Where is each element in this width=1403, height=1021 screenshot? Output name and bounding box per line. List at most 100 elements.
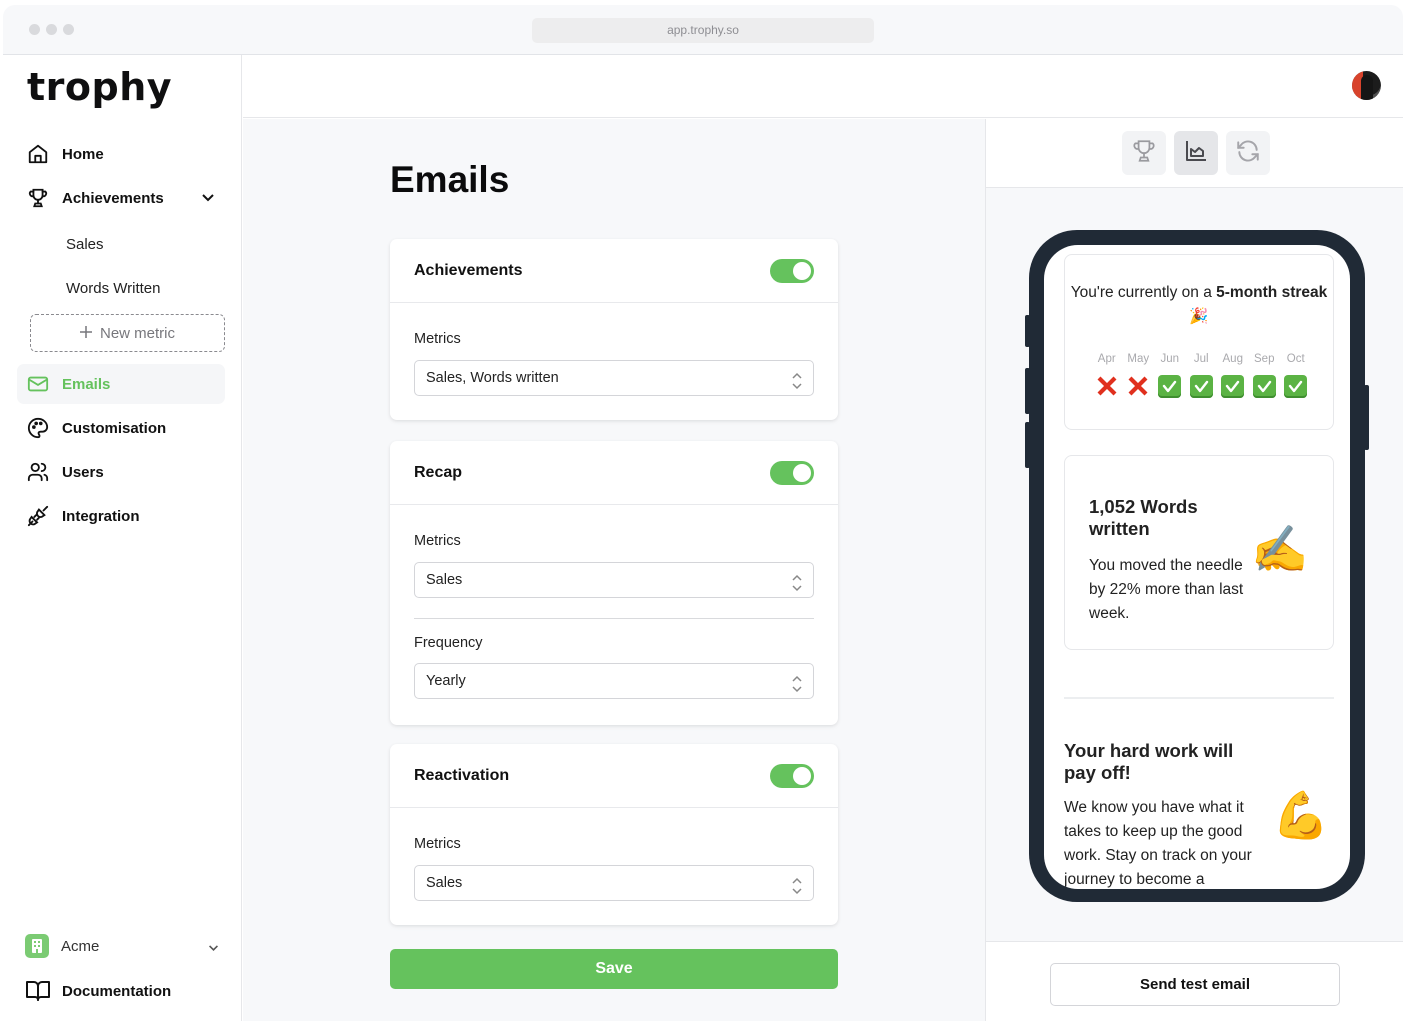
streak-month: May: [1123, 353, 1155, 398]
sidebar-item-home[interactable]: Home: [17, 134, 225, 174]
frequency-label: Frequency: [414, 635, 483, 651]
reactivation-body: We know you have what it takes to keep u…: [1064, 799, 1252, 888]
email-preview-panel: You're currently on a 5-month streak 🎉 A…: [985, 119, 1403, 1021]
check-mark-icon: [1189, 374, 1213, 398]
sidebar-item-label: Customisation: [62, 419, 167, 437]
phone-side-button: [1364, 385, 1369, 450]
palette-icon: [26, 416, 50, 440]
chevron-down-icon: [208, 940, 219, 957]
metrics-label: Metrics: [414, 836, 461, 852]
phone-side-button: [1025, 422, 1030, 468]
achievements-email-toggle[interactable]: [770, 259, 814, 283]
sidebar-subitem-words-written[interactable]: Words Written: [66, 280, 160, 297]
trophy-icon: [1131, 138, 1157, 169]
phone-side-button: [1025, 315, 1030, 347]
org-name: Acme: [61, 937, 100, 955]
card-header: Recap: [390, 441, 838, 505]
trophy-logo[interactable]: trophy: [27, 65, 172, 109]
month-label: Aug: [1222, 353, 1243, 365]
email-settings-panel: Emails Achievements Metrics Sales, Words…: [243, 119, 985, 1021]
browser-window: app.trophy.so trophy Home Achievements S…: [3, 5, 1403, 1021]
cross-mark-icon: [1126, 374, 1150, 398]
building-icon: [25, 934, 49, 958]
cross-mark-icon: [1095, 374, 1119, 398]
sidebar-item-achievements[interactable]: Achievements: [17, 178, 225, 218]
select-value: Sales: [426, 572, 463, 588]
sidebar-item-label: Emails: [62, 375, 111, 393]
select-value: Sales, Words written: [426, 370, 559, 386]
send-test-email-button[interactable]: Send test email: [1050, 963, 1340, 1006]
sidebar-item-documentation[interactable]: Documentation: [17, 971, 225, 1011]
recap-metrics-select[interactable]: Sales: [414, 562, 814, 598]
chevron-up-down-icon: [791, 874, 803, 908]
card-title: Reactivation: [414, 767, 510, 784]
month-label: Oct: [1286, 353, 1305, 365]
sidebar-item-label: Users: [62, 463, 104, 481]
top-bar: [243, 55, 1403, 118]
user-avatar[interactable]: [1352, 71, 1381, 100]
streak-month: Aug: [1217, 353, 1249, 398]
sidebar-item-customisation[interactable]: Customisation: [17, 408, 225, 448]
streak-text: You're currently on a 5-month streak 🎉: [1065, 281, 1333, 329]
streak-month: Apr: [1091, 353, 1123, 398]
chevron-up-down-icon: [791, 571, 803, 605]
window-maximize-button[interactable]: [63, 24, 74, 35]
streak-month: Oct: [1280, 353, 1312, 398]
card-header: Reactivation: [390, 744, 838, 808]
writing-hand-icon: ✍️: [1251, 523, 1309, 575]
check-mark-icon: [1252, 374, 1276, 398]
window-close-button[interactable]: [29, 24, 40, 35]
party-popper-icon: 🎉: [1189, 308, 1209, 325]
field-divider: [414, 618, 814, 619]
sidebar-item-integration[interactable]: Integration: [17, 496, 225, 536]
home-icon: [26, 142, 50, 166]
streak-card: You're currently on a 5-month streak 🎉 A…: [1064, 254, 1334, 430]
check-mark-icon: [1284, 374, 1308, 398]
recap-frequency-select[interactable]: Yearly: [414, 663, 814, 699]
new-metric-label: New metric: [99, 324, 175, 342]
address-bar[interactable]: app.trophy.so: [532, 18, 874, 43]
words-written-card: 1,052 Words written You moved the needle…: [1064, 455, 1334, 650]
reactivation-email-card: Reactivation Metrics Sales: [390, 744, 838, 925]
recap-email-card: Recap Metrics Sales Frequency Yearly: [390, 441, 838, 725]
chevron-down-icon[interactable]: [201, 190, 215, 208]
tab-recap-preview[interactable]: [1174, 131, 1218, 175]
reactivation-headline: Your hard work will pay off!: [1064, 740, 1234, 783]
sidebar-item-users[interactable]: Users: [17, 452, 225, 492]
streak-bold: 5-month streak: [1216, 284, 1328, 301]
phone-mockup: You're currently on a 5-month streak 🎉 A…: [1025, 230, 1369, 902]
metrics-label: Metrics: [414, 331, 461, 347]
sidebar-item-label: Integration: [62, 507, 140, 525]
window-minimize-button[interactable]: [46, 24, 57, 35]
chart-icon: [1184, 139, 1208, 168]
email-preview-screen: You're currently on a 5-month streak 🎉 A…: [1044, 245, 1350, 889]
sidebar-item-label: Home: [62, 145, 104, 163]
phone-side-button: [1025, 368, 1030, 414]
tab-reactivation-preview[interactable]: [1226, 131, 1270, 175]
send-test-area: Send test email: [986, 941, 1403, 1021]
section-divider: [1064, 697, 1334, 699]
reactivation-email-toggle[interactable]: [770, 764, 814, 788]
refresh-icon: [1235, 138, 1261, 169]
recap-email-toggle[interactable]: [770, 461, 814, 485]
month-label: May: [1127, 353, 1150, 365]
chevron-up-down-icon: [791, 369, 803, 403]
check-mark-icon: [1158, 374, 1182, 398]
book-icon: [26, 979, 50, 1003]
sidebar-item-label: Achievements: [62, 189, 164, 207]
sidebar-subitem-sales[interactable]: Sales: [66, 236, 104, 253]
month-label: Sep: [1254, 353, 1275, 365]
metrics-label: Metrics: [414, 533, 461, 549]
flexed-biceps-icon: 💪: [1272, 789, 1330, 841]
users-icon: [26, 460, 50, 484]
tab-achievements-preview[interactable]: [1122, 131, 1166, 175]
reactivation-metrics-select[interactable]: Sales: [414, 865, 814, 901]
org-switcher[interactable]: Acme: [25, 933, 225, 959]
sidebar-item-emails[interactable]: Emails: [17, 364, 225, 404]
save-button[interactable]: Save: [390, 949, 838, 989]
preview-tabs: [986, 119, 1403, 188]
words-headline: 1,052 Words written: [1089, 496, 1198, 539]
achievements-metrics-select[interactable]: Sales, Words written: [414, 360, 814, 396]
streak-month: Sep: [1249, 353, 1281, 398]
new-metric-button[interactable]: New metric: [30, 314, 225, 352]
